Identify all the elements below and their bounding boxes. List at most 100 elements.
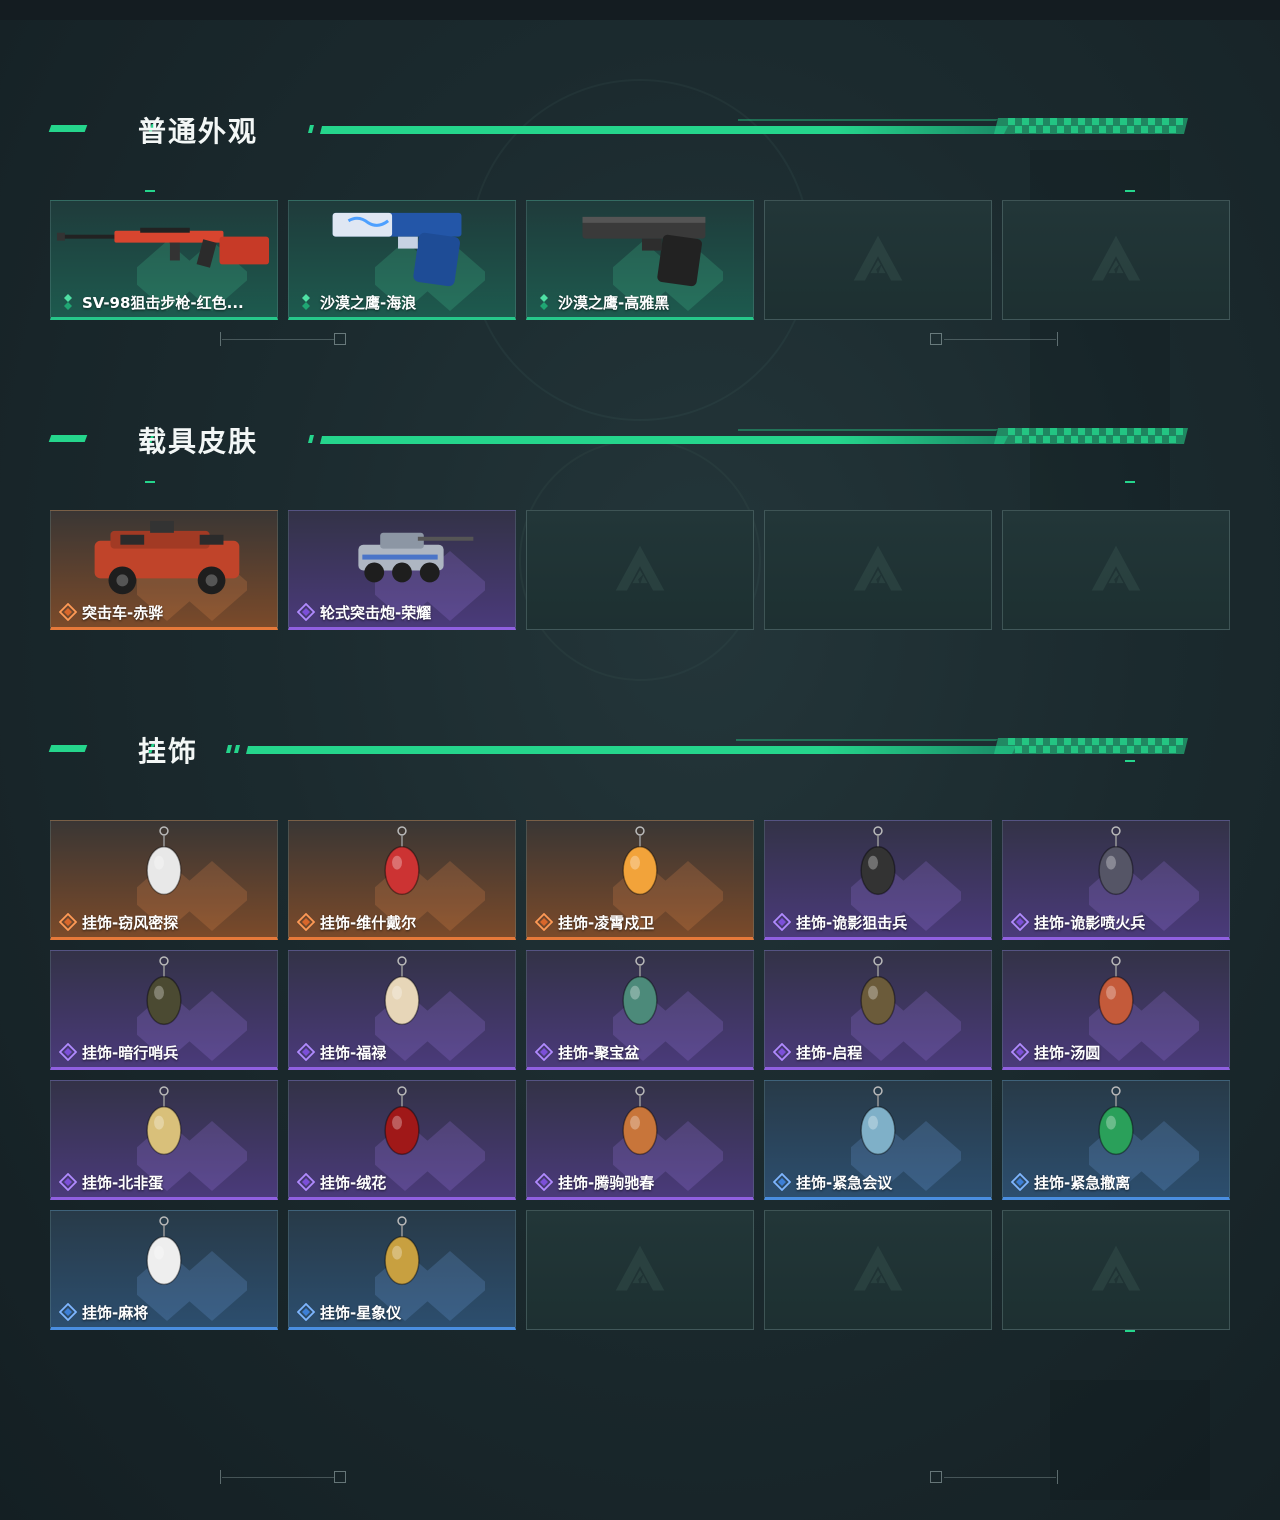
item-card[interactable]: 挂饰-紧急会议 xyxy=(764,1080,992,1200)
charm-image xyxy=(765,1081,991,1173)
item-card[interactable]: 挂饰-腾驹驰春 xyxy=(526,1080,754,1200)
game-logo-icon xyxy=(850,542,906,598)
purple-rarity-icon xyxy=(296,1172,316,1192)
green-rarity-icon xyxy=(535,293,553,311)
charm-image xyxy=(1003,1081,1229,1173)
charm-image xyxy=(527,951,753,1043)
corner-mark xyxy=(1125,190,1135,192)
corner-mark xyxy=(1125,760,1135,762)
item-name: 挂饰-启程 xyxy=(796,1043,863,1062)
orange-rarity-icon xyxy=(296,912,316,932)
item-card[interactable]: 挂饰-紧急撤离 xyxy=(1002,1080,1230,1200)
item-card[interactable]: 轮式突击炮-荣耀 xyxy=(288,510,516,630)
item-name: 沙漠之鹰-海浪 xyxy=(320,293,417,312)
empty-slot-card xyxy=(526,1210,754,1330)
deco-ruler xyxy=(930,1468,1060,1488)
item-name: SV-98狙击步枪-红色... xyxy=(82,293,244,312)
item-label: 挂饰-暗行哨兵 xyxy=(58,1042,179,1062)
vehicle-skins-grid: 突击车-赤骅 轮式突击炮-荣耀 xyxy=(50,510,1230,630)
item-label: 挂饰-腾驹驰春 xyxy=(534,1172,655,1192)
corner-mark xyxy=(145,481,155,483)
item-label: 挂饰-绒花 xyxy=(296,1172,387,1192)
item-card[interactable]: 挂饰-麻将 xyxy=(50,1210,278,1330)
item-card[interactable]: 挂饰-北非蛋 xyxy=(50,1080,278,1200)
game-logo-icon xyxy=(1088,232,1144,288)
item-card[interactable]: 挂饰-诡影喷火兵 xyxy=(1002,820,1230,940)
blue-rarity-icon xyxy=(1010,1172,1030,1192)
charms-grid: 挂饰-窃风密探 挂饰-维什戴尔 挂饰-凌霄戍卫 挂饰-诡影狙击兵 挂饰-诡影喷火… xyxy=(50,820,1230,1330)
item-label: 挂饰-维什戴尔 xyxy=(296,912,416,932)
item-label: 挂饰-窃风密探 xyxy=(58,912,179,932)
item-card[interactable]: 挂饰-汤圆 xyxy=(1002,950,1230,1070)
item-card[interactable]: 沙漠之鹰-高雅黑 xyxy=(526,200,754,320)
empty-slot-card xyxy=(1002,510,1230,630)
item-label: 挂饰-紧急会议 xyxy=(772,1172,893,1192)
normal-skins-grid: SV-98狙击步枪-红色... 沙漠之鹰-海浪 沙漠之鹰-高雅黑 xyxy=(50,200,1230,320)
charm-image xyxy=(51,951,277,1043)
item-name: 挂饰-暗行哨兵 xyxy=(82,1043,179,1062)
header-rule xyxy=(308,108,1230,148)
item-label: 挂饰-北非蛋 xyxy=(58,1172,164,1192)
purple-rarity-icon xyxy=(296,1042,316,1062)
item-label: 挂饰-聚宝盆 xyxy=(534,1042,640,1062)
blue-rarity-icon xyxy=(772,1172,792,1192)
item-card[interactable]: 挂饰-绒花 xyxy=(288,1080,516,1200)
section-header-vehicle-skins: 载具皮肤 xyxy=(48,418,1210,458)
corner-mark xyxy=(1125,1330,1135,1332)
item-name: 挂饰-绒花 xyxy=(320,1173,387,1192)
deco-ruler xyxy=(930,330,1060,350)
item-label: 挂饰-诡影狙击兵 xyxy=(772,912,907,932)
item-name: 挂饰-聚宝盆 xyxy=(558,1043,640,1062)
item-card[interactable]: 沙漠之鹰-海浪 xyxy=(288,200,516,320)
section-title: 普通外观 xyxy=(138,115,259,148)
item-label: 挂饰-麻将 xyxy=(58,1302,149,1322)
charm-image xyxy=(289,1211,515,1303)
item-name: 挂饰-窃风密探 xyxy=(82,913,179,932)
item-card[interactable]: SV-98狙击步枪-红色... xyxy=(50,200,278,320)
item-card[interactable]: 挂饰-启程 xyxy=(764,950,992,1070)
item-name: 挂饰-北非蛋 xyxy=(82,1173,164,1192)
orange-rarity-icon xyxy=(58,602,78,622)
charm-image xyxy=(527,1081,753,1173)
orange-rarity-icon xyxy=(58,912,78,932)
charm-image xyxy=(1003,951,1229,1043)
item-label: 挂饰-启程 xyxy=(772,1042,863,1062)
charm-image xyxy=(289,1081,515,1173)
item-card[interactable]: 挂饰-窃风密探 xyxy=(50,820,278,940)
item-label: 挂饰-诡影喷火兵 xyxy=(1010,912,1145,932)
corner-mark xyxy=(145,190,155,192)
item-label: 挂饰-福禄 xyxy=(296,1042,386,1062)
item-card[interactable]: 挂饰-星象仪 xyxy=(288,1210,516,1330)
item-card[interactable]: 挂饰-诡影狙击兵 xyxy=(764,820,992,940)
orange-rarity-icon xyxy=(534,912,554,932)
charm-image xyxy=(765,951,991,1043)
item-card[interactable]: 挂饰-聚宝盆 xyxy=(526,950,754,1070)
item-label: 沙漠之鹰-海浪 xyxy=(297,292,416,312)
item-card[interactable]: 挂饰-暗行哨兵 xyxy=(50,950,278,1070)
deco-ruler xyxy=(220,1468,350,1488)
item-name: 挂饰-麻将 xyxy=(82,1303,149,1322)
purple-rarity-icon xyxy=(534,1172,554,1192)
item-label: 挂饰-汤圆 xyxy=(1010,1042,1100,1062)
empty-slot-card xyxy=(526,510,754,630)
item-name: 挂饰-凌霄戍卫 xyxy=(558,913,655,932)
item-name: 挂饰-星象仪 xyxy=(320,1303,402,1322)
item-card[interactable]: 挂饰-凌霄戍卫 xyxy=(526,820,754,940)
purple-rarity-icon xyxy=(296,602,316,622)
item-card[interactable]: 突击车-赤骅 xyxy=(50,510,278,630)
section-header-normal-skins: 普通外观 xyxy=(48,108,1210,148)
top-bar xyxy=(0,0,1280,20)
header-rule xyxy=(308,418,1230,458)
purple-rarity-icon xyxy=(534,1042,554,1062)
purple-rarity-icon xyxy=(772,1042,792,1062)
item-name: 挂饰-紧急会议 xyxy=(796,1173,893,1192)
blue-rarity-icon xyxy=(58,1302,78,1322)
item-name: 挂饰-腾驹驰春 xyxy=(558,1173,655,1192)
item-label: 突击车-赤骅 xyxy=(58,602,163,622)
game-logo-icon xyxy=(1088,1242,1144,1298)
item-card[interactable]: 挂饰-福禄 xyxy=(288,950,516,1070)
item-label: SV-98狙击步枪-红色... xyxy=(59,292,244,312)
deco-ruler xyxy=(220,330,350,350)
header-rule xyxy=(226,728,1230,768)
item-card[interactable]: 挂饰-维什戴尔 xyxy=(288,820,516,940)
